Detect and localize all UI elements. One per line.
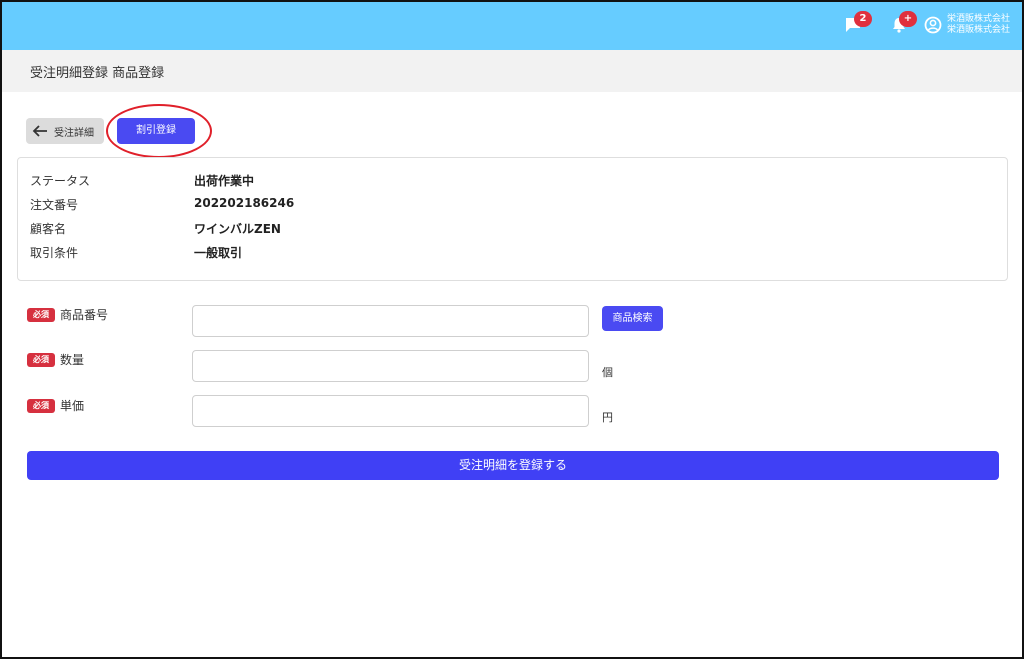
info-value: 出荷作業中 [194, 174, 255, 188]
info-row-terms: 取引条件 一般取引 [30, 244, 242, 260]
back-button[interactable]: 受注詳細 [26, 118, 104, 144]
info-label: 顧客名 [30, 222, 67, 236]
account-icon[interactable] [924, 16, 942, 34]
info-value: 202202186246 [194, 196, 295, 210]
info-value: ワインバルZEN [194, 222, 281, 236]
required-badge: 必須 [27, 398, 55, 413]
product-number-label-text: 商品番号 [60, 308, 109, 322]
highlight-annotation-circle [106, 104, 212, 158]
info-row-status: ステータス 出荷作業中 [30, 172, 254, 188]
top-bar [2, 2, 1022, 50]
page-title: 受注明細登録 商品登録 [30, 66, 165, 81]
back-button-label: 受注詳細 [54, 127, 94, 139]
unit-price-input[interactable] [192, 395, 589, 427]
unit-price-label: 必須 単価 [27, 397, 84, 414]
product-search-button[interactable]: 商品検索 [602, 306, 663, 331]
info-row-order-number: 注文番号 202202186246 [30, 196, 294, 212]
register-order-detail-button[interactable]: 受注明細を登録する [27, 451, 999, 480]
product-number-input[interactable] [192, 305, 589, 337]
info-label: 注文番号 [30, 198, 79, 212]
info-label: ステータス [30, 174, 91, 188]
info-row-customer: 顧客名 ワインバルZEN [30, 220, 281, 236]
required-badge: 必須 [27, 307, 55, 322]
product-number-label: 必須 商品番号 [27, 306, 108, 323]
required-badge: 必須 [27, 352, 55, 367]
arrow-left-icon [32, 125, 47, 137]
company-name[interactable]: 栄酒販株式会社 栄酒販株式会社 [947, 14, 1010, 36]
quantity-label-text: 数量 [60, 353, 85, 367]
quantity-input[interactable] [192, 350, 589, 382]
quantity-unit: 個 [602, 366, 613, 379]
company-name-line1: 栄酒販株式会社 [947, 14, 1011, 24]
bell-notification-badge: + [899, 11, 917, 27]
company-name-line2: 栄酒販株式会社 [947, 25, 1011, 35]
chat-notification-badge: 2 [854, 11, 872, 27]
unit-price-unit: 円 [602, 411, 613, 424]
info-value: 一般取引 [194, 246, 243, 260]
info-label: 取引条件 [30, 246, 79, 260]
unit-price-label-text: 単価 [60, 399, 85, 413]
quantity-label: 必須 数量 [27, 351, 84, 368]
